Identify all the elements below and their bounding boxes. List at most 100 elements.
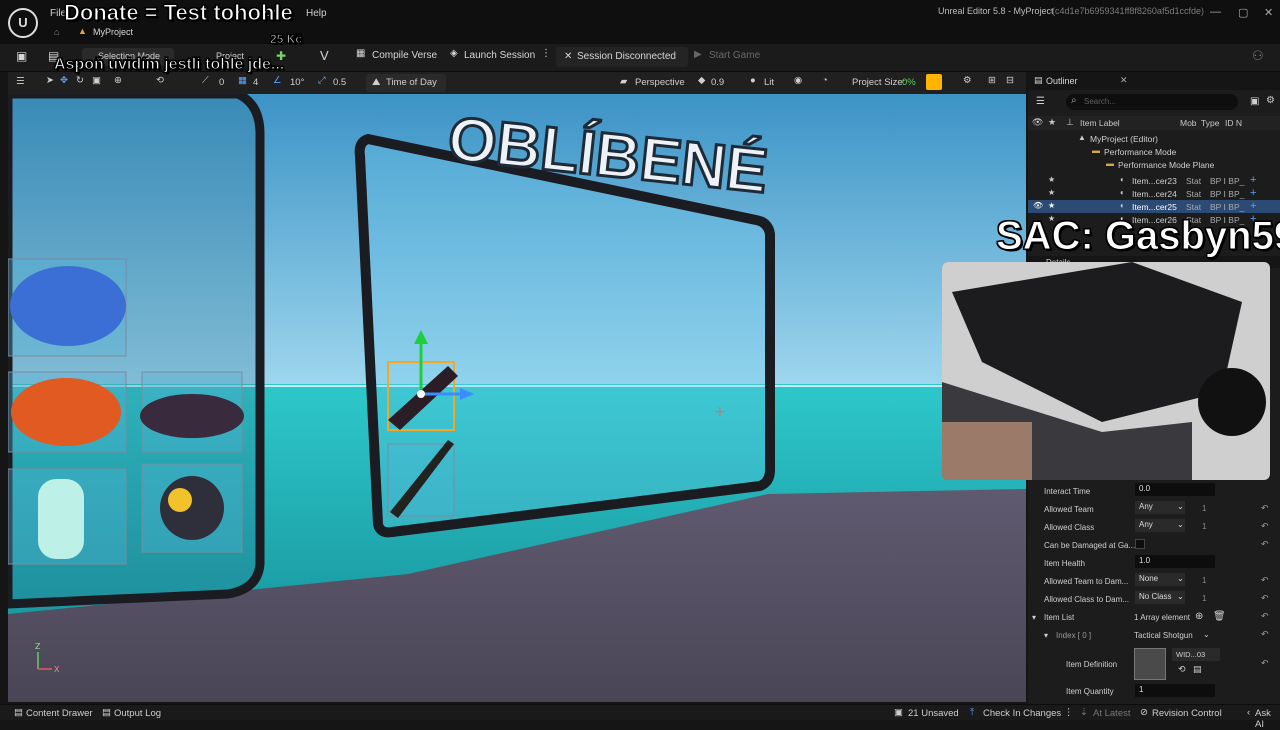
- index-dropdown-icon[interactable]: ⌄: [1203, 630, 1210, 639]
- lit-dropdown[interactable]: Lit: [764, 77, 774, 88]
- revision-control-button[interactable]: Revision Control: [1152, 708, 1222, 719]
- reset-icon[interactable]: ↶: [1261, 593, 1269, 604]
- add-icon[interactable]: +: [1250, 174, 1256, 186]
- rotation-snap-value[interactable]: 10°: [290, 77, 304, 88]
- time-of-day-dropdown[interactable]: ⛰ Time of Day: [366, 74, 446, 92]
- outliner-row[interactable]: ★ ◐ Item...cer24 Stat BP I BP_ +: [1028, 187, 1280, 200]
- index-expand-icon[interactable]: ▾: [1044, 631, 1048, 640]
- surface-snap-icon[interactable]: ⟲: [156, 75, 164, 86]
- minimize-icon[interactable]: —: [1210, 6, 1221, 18]
- browse-icon[interactable]: ▤: [1193, 664, 1202, 675]
- translate-tool-icon[interactable]: ✥: [60, 75, 68, 86]
- outliner-row[interactable]: ▲ MyProject (Editor): [1028, 132, 1280, 145]
- favorite-icon[interactable]: ★: [1048, 188, 1055, 197]
- add-icon[interactable]: +: [1250, 187, 1256, 199]
- use-selected-icon[interactable]: ⟲: [1178, 664, 1186, 675]
- reset-icon[interactable]: ↶: [1261, 521, 1269, 532]
- add-icon[interactable]: +: [1250, 200, 1256, 212]
- verse-icon[interactable]: V: [320, 48, 329, 63]
- maximize-icon[interactable]: ▢: [1238, 6, 1248, 19]
- check-in-button[interactable]: Check In Changes: [983, 708, 1061, 719]
- scale-tool-icon[interactable]: ▣: [92, 75, 101, 86]
- col-id[interactable]: ID N: [1225, 118, 1242, 128]
- viewport-maximize-icon[interactable]: ⊟: [1006, 75, 1014, 86]
- details-row-dropdown[interactable]: Any ⌄: [1135, 519, 1185, 532]
- rotate-tool-icon[interactable]: ↻: [76, 75, 84, 86]
- details-row-dropdown[interactable]: No Class ⌄: [1135, 591, 1185, 604]
- reset-icon[interactable]: ↶: [1261, 658, 1269, 669]
- col-type[interactable]: Type: [1201, 118, 1219, 128]
- level-viewport[interactable]: OBLÍBENÉ + Z X: [8, 94, 1026, 702]
- show-flags-icon[interactable]: ◉: [794, 75, 802, 86]
- delete-elements-icon[interactable]: 🗑: [1213, 611, 1226, 622]
- select-tool-icon[interactable]: ➤: [46, 75, 54, 86]
- details-row-dropdown[interactable]: None ⌄: [1135, 573, 1185, 586]
- start-game-button[interactable]: Start Game: [709, 50, 760, 61]
- index-value[interactable]: Tactical Shotgun: [1134, 631, 1193, 640]
- statusbar-more-icon[interactable]: ⋮: [1064, 707, 1074, 718]
- favorite-icon[interactable]: ★: [1048, 175, 1055, 184]
- save-icon[interactable]: ▣: [16, 49, 27, 63]
- angle-snap-icon[interactable]: ⟋: [202, 75, 209, 86]
- reset-icon[interactable]: ↶: [1261, 539, 1269, 550]
- add-element-icon[interactable]: ⊕: [1195, 611, 1203, 622]
- fov-value[interactable]: 0.9: [711, 77, 724, 88]
- realtime-toggle-icon[interactable]: [926, 74, 942, 90]
- session-status[interactable]: ✕ Session Disconnected: [556, 47, 688, 67]
- col-mob[interactable]: Mob: [1180, 118, 1197, 128]
- add-folder-icon[interactable]: ▣: [1250, 96, 1259, 107]
- outliner-row[interactable]: 👁 ★ ◐ Item...cer25 Stat BP I BP_ +: [1028, 200, 1280, 213]
- outliner-search-input[interactable]: ⌕ Search...: [1066, 94, 1238, 110]
- content-drawer-button[interactable]: Content Drawer: [26, 708, 93, 719]
- perspective-dropdown[interactable]: Perspective: [635, 77, 685, 88]
- launch-session-button[interactable]: Launch Session: [464, 50, 535, 61]
- outliner-tab-label[interactable]: Outliner: [1046, 76, 1078, 86]
- visibility-col-icon[interactable]: 👁: [1032, 117, 1043, 128]
- rotation-snap-icon[interactable]: ∠: [273, 75, 282, 86]
- details-row-input[interactable]: 1.0: [1135, 555, 1215, 568]
- reset-icon[interactable]: ↶: [1261, 575, 1269, 586]
- unreal-logo-icon[interactable]: U: [8, 8, 38, 38]
- reset-icon[interactable]: ↶: [1261, 629, 1269, 640]
- details-row-checkbox[interactable]: [1135, 539, 1145, 549]
- more-options-icon[interactable]: ⋮: [541, 48, 551, 59]
- pin-col-icon[interactable]: ⊥: [1066, 117, 1074, 128]
- unsaved-button[interactable]: 21 Unsaved: [908, 708, 959, 719]
- close-icon[interactable]: ✕: [1264, 6, 1273, 19]
- item-definition-dropdown[interactable]: WID...03: [1172, 648, 1220, 661]
- item-quantity-input[interactable]: 1: [1135, 684, 1215, 697]
- col-item-label[interactable]: Item Label: [1080, 118, 1120, 128]
- reset-icon[interactable]: ↶: [1261, 503, 1269, 514]
- favorite-icon[interactable]: ★: [1048, 201, 1055, 210]
- output-log-button[interactable]: Output Log: [114, 708, 161, 719]
- details-row-input[interactable]: 0.0: [1135, 483, 1215, 496]
- angle-snap-value[interactable]: 0: [219, 77, 224, 88]
- menu-help[interactable]: Help: [306, 8, 327, 19]
- outliner-close-icon[interactable]: ✕: [1120, 75, 1128, 86]
- scale-snap-value[interactable]: 0.5: [333, 77, 346, 88]
- reset-icon[interactable]: ↶: [1261, 611, 1269, 622]
- filter-icon[interactable]: ☰: [1036, 96, 1045, 107]
- outliner-row[interactable]: ▬ Performance Mode Plane: [1028, 158, 1280, 171]
- item-list-row: ▾ Item List 1 Array element ⊕ 🗑 ↶: [1028, 609, 1280, 627]
- compile-verse-button[interactable]: Compile Verse: [372, 50, 437, 61]
- item-definition-thumbnail[interactable]: [1134, 648, 1166, 680]
- grid-snap-value[interactable]: 4: [253, 77, 258, 88]
- details-row-dropdown[interactable]: Any ⌄: [1135, 501, 1185, 514]
- scale-snap-icon[interactable]: ⤢: [318, 75, 326, 86]
- viewport-layout-icon[interactable]: ⊞: [988, 75, 996, 86]
- item-list-expand-icon[interactable]: ▾: [1032, 613, 1036, 622]
- settings-icon[interactable]: ⚙: [963, 75, 972, 86]
- world-space-icon[interactable]: ⊕: [114, 75, 122, 86]
- favorite-col-icon[interactable]: ★: [1048, 117, 1056, 128]
- project-tab[interactable]: ⌂ ▲ MyProject: [48, 26, 168, 40]
- performance-icon[interactable]: ◔: [822, 75, 828, 86]
- viewport-menu-icon[interactable]: ☰: [16, 76, 25, 87]
- grid-snap-icon[interactable]: ▦: [238, 75, 247, 86]
- visibility-icon[interactable]: 👁: [1033, 201, 1043, 210]
- users-icon[interactable]: ⚇: [1252, 48, 1264, 64]
- outliner-row[interactable]: ★ ◐ Item...cer23 Stat BP I BP_ +: [1028, 174, 1280, 187]
- ask-ai-button[interactable]: Ask AI: [1255, 708, 1280, 730]
- outliner-settings-icon[interactable]: ⚙: [1266, 95, 1275, 106]
- outliner-row[interactable]: ▬ Performance Mode: [1028, 145, 1280, 158]
